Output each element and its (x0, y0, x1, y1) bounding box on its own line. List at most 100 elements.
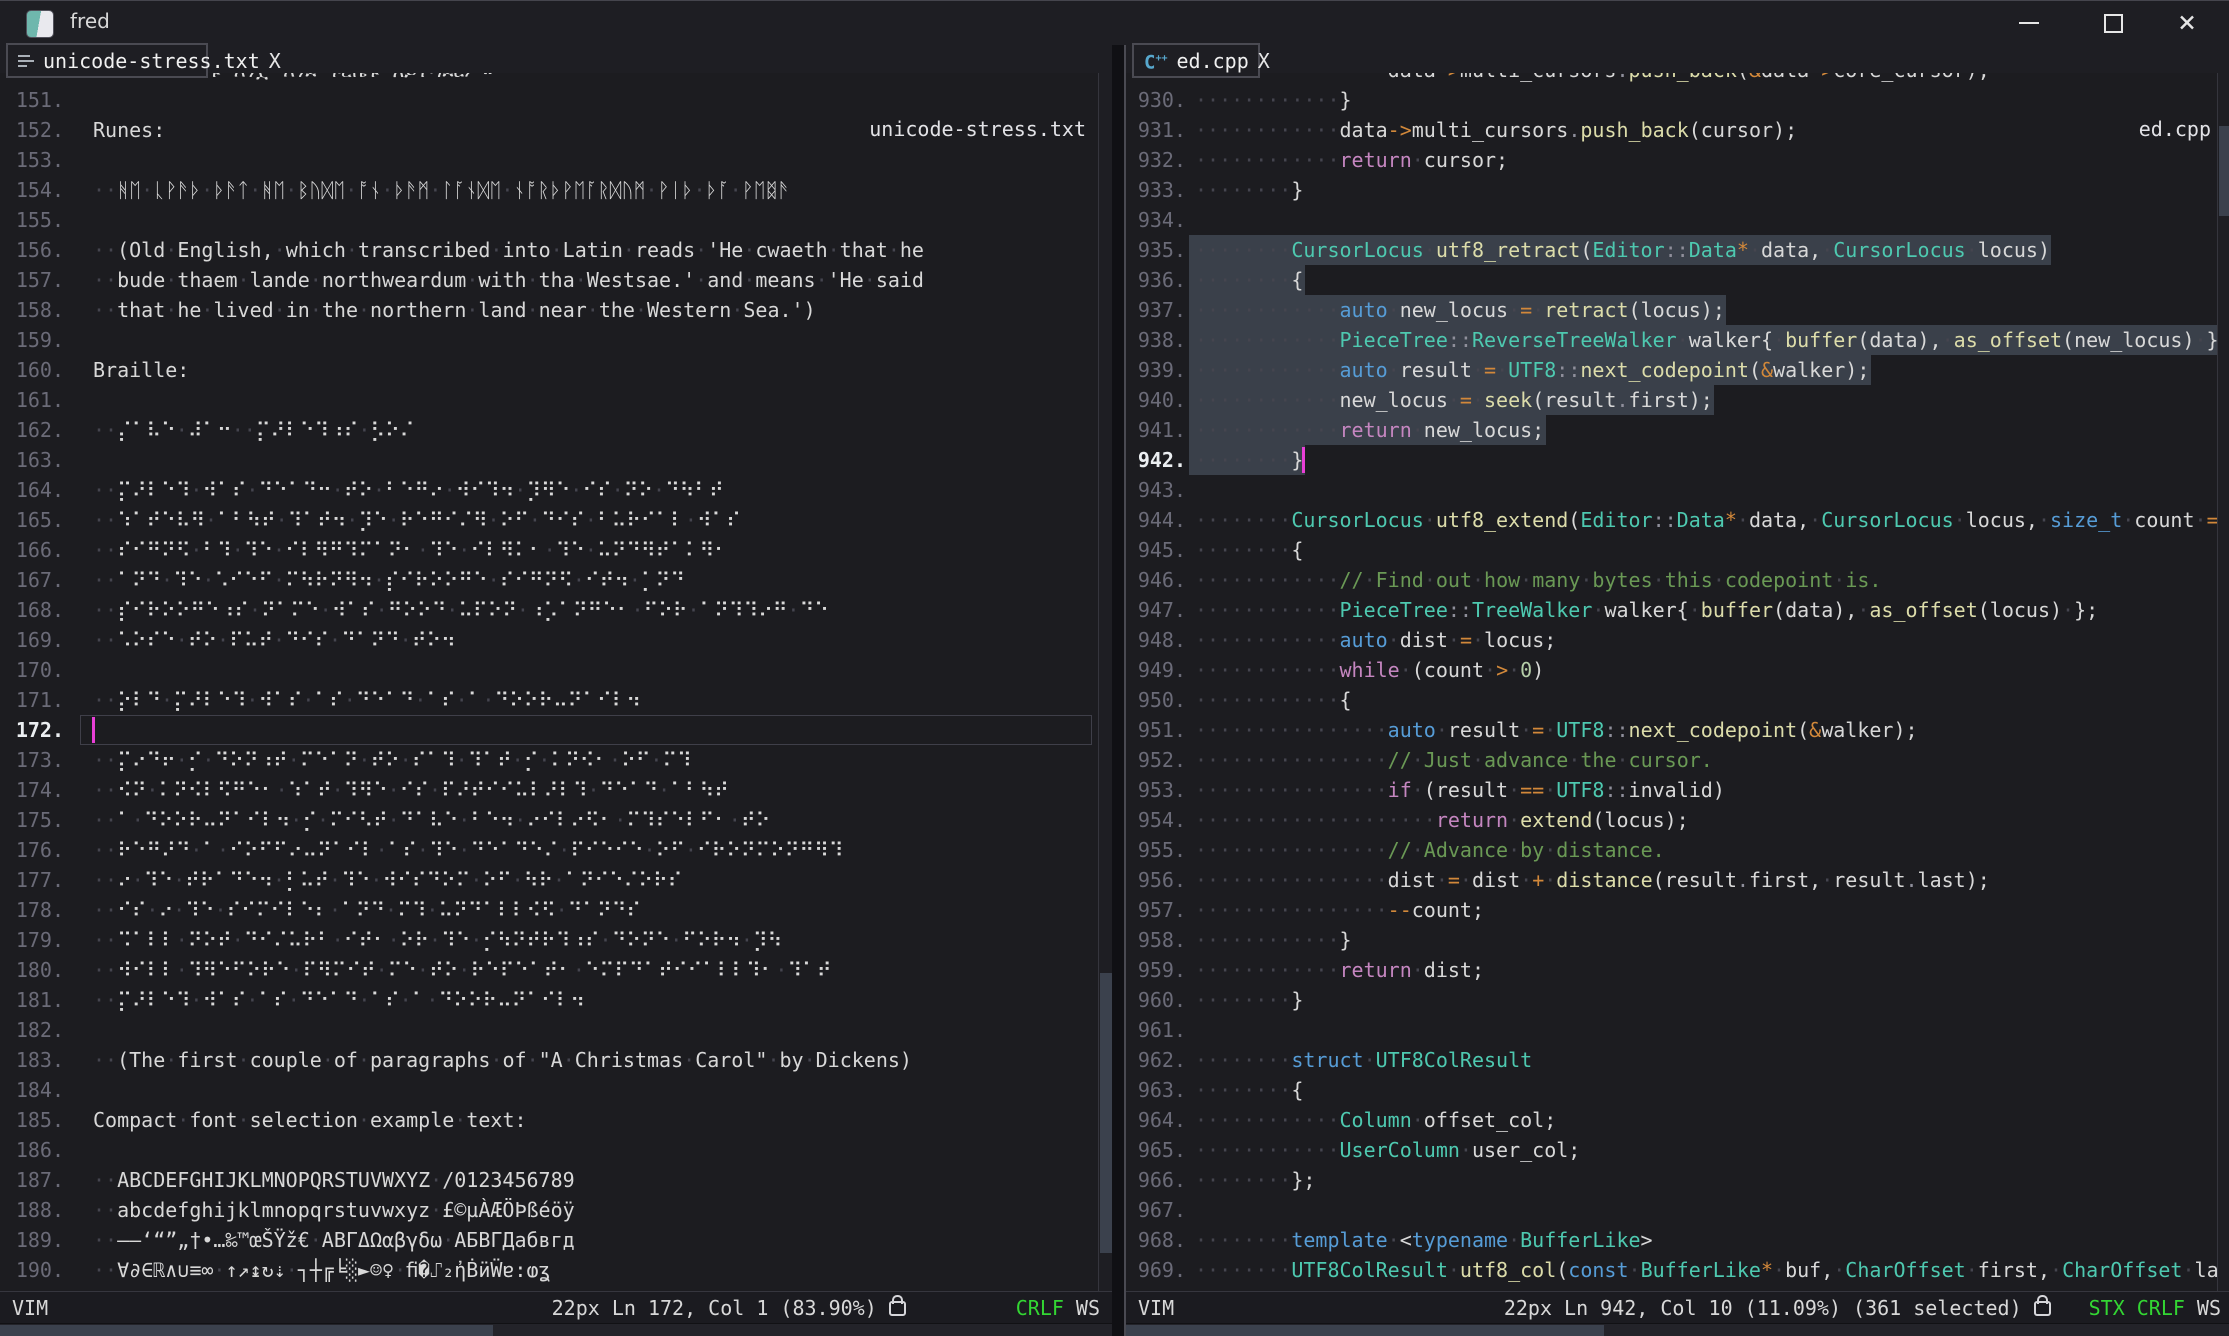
code-line[interactable]: 164.··⡍⠜⠇⠑⠹·⠺⠁⠎·⠙⠑⠁⠙⠒·⠞⠕·⠃⠑⠛⠔·⠺⠊⠹⠲·⡹⠻⠑·⠊… (0, 475, 1112, 505)
code-line[interactable]: 936.········{ (1126, 265, 2229, 295)
code-line[interactable]: 168.··⡎⠊⠗⠕⠕⠛⠑⠰⠎·⠝⠁⠍⠑·⠺⠁⠎·⠛⠕⠕⠙·⠥⠏⠕⠝·⠰⡡⠁⠝⠛… (0, 595, 1112, 625)
code-line[interactable]: 944.········CursorLocus·utf8_extend(Edit… (1126, 505, 2229, 535)
vertical-scrollbar[interactable] (1098, 45, 1112, 1291)
code-line[interactable]: 939.············auto·result·=·UTF8::next… (1126, 355, 2229, 385)
code-line[interactable]: 935.········CursorLocus·utf8_retract(Edi… (1126, 235, 2229, 265)
tab-unicode-stress[interactable]: unicode-stress.txt X (6, 43, 208, 78)
code-line[interactable]: 930.············} (1126, 85, 2229, 115)
code-line[interactable]: 189.··–—‘“”„†•…‰™œŠŸž€·ΑΒΓΔΩαβγδω·АБВГДа… (0, 1225, 1112, 1255)
code-line[interactable]: 169.··⠡⠕⠎⠑·⠞⠕·⠏⠥⠞·⠙⠊⠎·⠙⠁⠝⠙·⠞⠕⠲ (0, 625, 1112, 655)
editor-viewport[interactable]: 929.················data->multi_cursors.… (1126, 45, 2229, 1291)
line-number: 944. (1134, 505, 1186, 535)
code-line[interactable]: 955.················//·Advance·by·distan… (1126, 835, 2229, 865)
code-line[interactable]: 965.············UserColumn·user_col; (1126, 1135, 2229, 1165)
maximize-button[interactable] (2081, 1, 2145, 45)
code-line[interactable]: 185.Compact·font·selection·example·text: (0, 1105, 1112, 1135)
code-line[interactable]: 942.········} (1126, 445, 2229, 475)
code-line[interactable]: 173.··⡍⠔⠙⠖·⡊·⠙⠕⠝⠰⠞·⠍⠑⠁⠝·⠞⠕·⠎⠁⠹·⠹⠁⠞·⡊·⠅⠝⠪… (0, 745, 1112, 775)
horizontal-scrollbar[interactable] (0, 1323, 1112, 1336)
close-button[interactable]: × (2155, 1, 2219, 45)
code-line[interactable]: 968.········template·<typename·BufferLik… (1126, 1225, 2229, 1255)
code-line[interactable]: 153. (0, 145, 1112, 175)
code-line[interactable]: 157.··bude·thaem·lande·northweardum·with… (0, 265, 1112, 295)
code-line[interactable]: 162.··⡌⠁⠧⠑·⠼⠁⠒··⡍⠜⠇⠑⠹⠰⠎·⡣⠕⠌ (0, 415, 1112, 445)
code-line[interactable]: 175.··⠁·⠙⠕⠕⠗⠤⠝⠁⠊⠇⠲·⡊·⠍⠊⠣⠞·⠙⠁⠧⠑·⠃⠑⠲·⠔⠊⠇⠔⠫… (0, 805, 1112, 835)
code-line[interactable]: 962.········struct·UTF8ColResult (1126, 1045, 2229, 1075)
tab-ed-cpp[interactable]: C++ ed.cpp X (1132, 43, 1260, 78)
code-line[interactable]: 964.············Column·offset_col; (1126, 1105, 2229, 1135)
code-line[interactable]: 956.················dist·=·dist·+·distan… (1126, 865, 2229, 895)
code-line[interactable]: 176.··⠗⠑⠛⠜⠙·⠁·⠊⠕⠋⠋⠔⠤⠝⠁⠊⠇·⠁⠎·⠹⠑·⠙⠑⠁⠙⠑⠌·⠏⠊… (0, 835, 1112, 865)
code-line[interactable]: 187.··ABCDEFGHIJKLMNOPQRSTUVWXYZ·/012345… (0, 1165, 1112, 1195)
code-line[interactable]: 941.············return·new_locus; (1126, 415, 2229, 445)
code-line[interactable]: 161. (0, 385, 1112, 415)
code-line[interactable]: 937.············auto·new_locus·=·retract… (1126, 295, 2229, 325)
code-line[interactable]: 933.········} (1126, 175, 2229, 205)
code-line[interactable]: 167.··⠁⠝⠙·⠹⠑·⠡⠊⠑⠋·⠍⠳⠗⠝⠻⠲·⡎⠊⠗⠕⠕⠛⠑·⠎⠊⠛⠝⠫·⠊… (0, 565, 1112, 595)
line-text: Braille: (93, 355, 189, 385)
code-line[interactable]: 151. (0, 85, 1112, 115)
line-number: 962. (1134, 1045, 1186, 1075)
vertical-scrollbar-thumb[interactable] (1100, 973, 1112, 1253)
code-line[interactable]: 945.········{ (1126, 535, 2229, 565)
code-line[interactable]: 177.··⠔·⠹⠑·⠞⠗⠁⠙⠑⠲·⡃⠥⠞·⠹⠑·⠺⠊⠎⠙⠕⠍·⠕⠋·⠳⠗·⠁⠝… (0, 865, 1112, 895)
code-line[interactable]: 963.········{ (1126, 1075, 2229, 1105)
minimize-button[interactable] (1997, 1, 2061, 45)
code-line[interactable]: 934. (1126, 205, 2229, 235)
code-line[interactable]: 953.················if·(result·==·UTF8::… (1126, 775, 2229, 805)
code-line[interactable]: 181.··⡍⠜⠇⠑⠹·⠺⠁⠎·⠁⠎·⠙⠑⠁⠙·⠁⠎·⠁·⠙⠕⠕⠗⠤⠝⠁⠊⠇⠲ (0, 985, 1112, 1015)
code-line[interactable]: 179.··⠩⠁⠇⠇·⠝⠕⠞·⠙⠊⠌⠥⠗⠃·⠊⠞⠂·⠕⠗·⠹⠑·⡊⠳⠝⠞⠗⠹⠰⠎… (0, 925, 1112, 955)
code-line[interactable]: 961. (1126, 1015, 2229, 1045)
editor-viewport[interactable]: 150.··ሰው·እንደቤቱ·እንጅ·እንደ·ጉረቤቱ·አይተዳደርም።151.… (0, 45, 1112, 1291)
code-line[interactable]: 947.············PieceTree::TreeWalker·wa… (1126, 595, 2229, 625)
code-line[interactable]: 184. (0, 1075, 1112, 1105)
code-line[interactable]: 159. (0, 325, 1112, 355)
code-line[interactable]: 954.····················return·extend(lo… (1126, 805, 2229, 835)
code-line[interactable]: 959.············return·dist; (1126, 955, 2229, 985)
code-line[interactable]: 957.················--count; (1126, 895, 2229, 925)
code-line[interactable]: 188.··abcdefghijklmnopqrstuvwxyz·£©µÀÆÖÞ… (0, 1195, 1112, 1225)
code-line[interactable]: 156.··(Old·English,·which·transcribed·in… (0, 235, 1112, 265)
code-line[interactable]: 190.··∀∂∈ℝ∧∪≡∞·↑↗↨↻⇣·┐┼╔╘░►☺♀·ﬁ�⑀₂ἠḂӥẄɐ:… (0, 1255, 1112, 1285)
code-line[interactable]: 966.········}; (1126, 1165, 2229, 1195)
code-line[interactable]: 158.··that·he·lived·in·the·northern·land… (0, 295, 1112, 325)
code-line[interactable]: 943. (1126, 475, 2229, 505)
code-line[interactable]: 178.··⠊⠎·⠔·⠹⠑·⠎⠊⠍⠊⠇⠑⠆·⠁⠝⠙·⠍⠹·⠥⠝⠙⠁⠇⠇⠪⠫·⠙⠁… (0, 895, 1112, 925)
code-line[interactable]: 932.············return·cursor; (1126, 145, 2229, 175)
tab-close-icon[interactable]: X (269, 49, 281, 73)
vertical-scrollbar[interactable] (2217, 45, 2229, 1291)
code-line[interactable]: 951.················auto·result·=·UTF8::… (1126, 715, 2229, 745)
code-line[interactable]: 180.··⠺⠊⠇⠇·⠹⠻⠑⠋⠕⠗⠑·⠏⠻⠍⠊⠞·⠍⠑·⠞⠕·⠗⠑⠏⠑⠁⠞⠂·⠑… (0, 955, 1112, 985)
code-line[interactable]: 163. (0, 445, 1112, 475)
code-line[interactable]: 160.Braille: (0, 355, 1112, 385)
vertical-scrollbar-thumb[interactable] (2219, 126, 2229, 216)
code-line[interactable]: 958.············} (1126, 925, 2229, 955)
code-line[interactable]: 165.··⠱⠁⠞⠑⠧⠻·⠁⠃⠳⠞·⠹⠁⠞⠲·⡹⠑·⠗⠑⠛⠊⠌⠻·⠕⠋·⠙⠊⠎·… (0, 505, 1112, 535)
code-line[interactable]: 182. (0, 1015, 1112, 1045)
code-line[interactable]: 967. (1126, 1195, 2229, 1225)
code-line[interactable]: 166.··⠎⠊⠛⠝⠫·⠃⠹·⠹⠑·⠊⠇⠻⠛⠹⠍⠁⠝⠂·⠹⠑·⠊⠇⠻⠅⠂·⠹⠑·… (0, 535, 1112, 565)
line-text: ········template·<typename·BufferLike> (1195, 1225, 1653, 1255)
horizontal-scrollbar-thumb[interactable] (1126, 1325, 1604, 1336)
code-line[interactable]: 154.··ᚻᛖ·ᚳᚹᚫᚦ·ᚦᚫᛏ·ᚻᛖ·ᛒᚢᛞᛖ·ᚩᚾ·ᚦᚫᛗ·ᛚᚪᚾᛞᛖ·ᚾ… (0, 175, 1112, 205)
code-line[interactable]: 960.········} (1126, 985, 2229, 1015)
tab-close-icon[interactable]: X (1258, 49, 1270, 73)
code-line[interactable]: 183.··(The·first·couple·of·paragraphs·of… (0, 1045, 1112, 1075)
code-line[interactable]: 174.··⠪⠝·⠅⠝⠪⠇⠫⠛⠑⠂·⠱⠁⠞·⠹⠻⠑·⠊⠎·⠏⠜⠞⠊⠊⠥⠇⠜⠇⠹·… (0, 775, 1112, 805)
code-line[interactable]: 155. (0, 205, 1112, 235)
code-line[interactable]: 931.············data->multi_cursors.push… (1126, 115, 2229, 145)
code-line[interactable]: 969.········UTF8ColResult·utf8_col(const… (1126, 1255, 2229, 1285)
code-line[interactable]: 952.················//·Just·advance·the·… (1126, 745, 2229, 775)
code-line[interactable]: 949.············while·(count·>·0) (1126, 655, 2229, 685)
horizontal-scrollbar-thumb[interactable] (0, 1325, 493, 1336)
code-line[interactable]: 171.··⡕⠇⠙·⡍⠜⠇⠑⠹·⠺⠁⠎·⠁⠎·⠙⠑⠁⠙·⠁⠎·⠁·⠙⠕⠕⠗⠤⠝⠁… (0, 685, 1112, 715)
code-line[interactable]: 170. (0, 655, 1112, 685)
horizontal-scrollbar[interactable] (1126, 1323, 2229, 1336)
code-line[interactable]: 946.············//·Find·out·how·many·byt… (1126, 565, 2229, 595)
code-line[interactable]: 948.············auto·dist·=·locus; (1126, 625, 2229, 655)
code-line[interactable]: 940.············new_locus·=·seek(result.… (1126, 385, 2229, 415)
code-line[interactable]: 186. (0, 1135, 1112, 1165)
code-line[interactable]: 950.············{ (1126, 685, 2229, 715)
code-line[interactable]: 938.············PieceTree::ReverseTreeWa… (1126, 325, 2229, 355)
line-text: ············UserColumn·user_col; (1195, 1135, 1580, 1165)
